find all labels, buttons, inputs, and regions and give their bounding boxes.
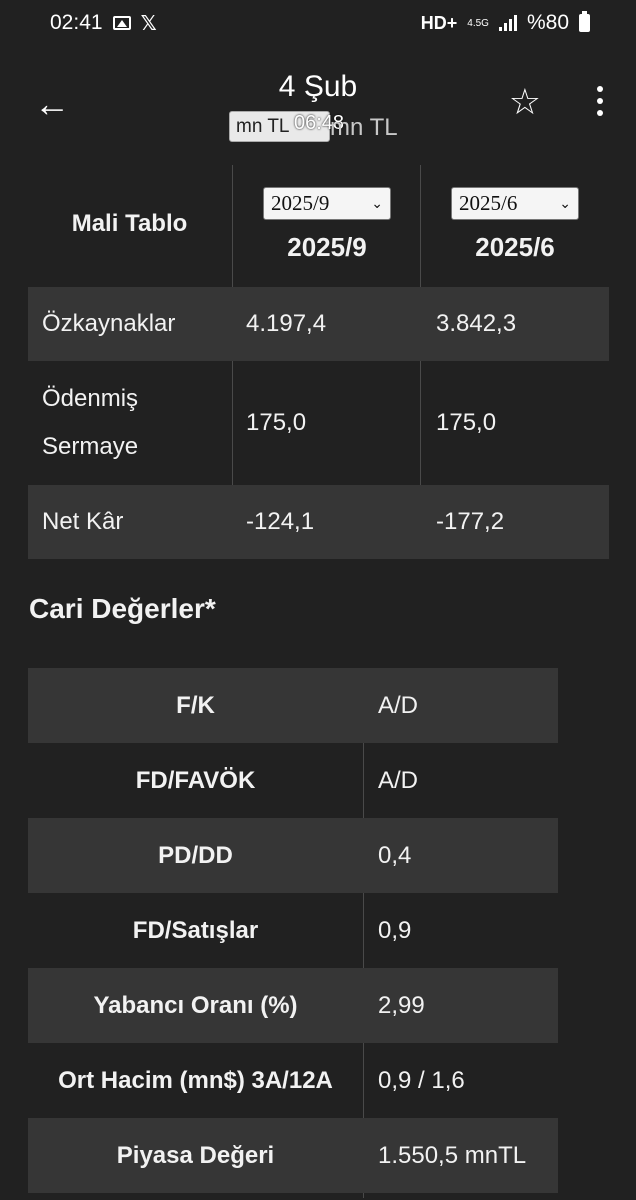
row-value: -177,2 xyxy=(436,508,505,535)
metric-value: 2,99 xyxy=(378,991,425,1019)
network-type: 4.5G xyxy=(467,17,489,29)
table-row: PD/DD 0,4 xyxy=(28,818,558,893)
row-value: 3.842,3 xyxy=(436,310,517,337)
table-row: Yabancı Oranı (%) 2,99 xyxy=(28,968,558,1043)
financial-table-header: Mali Tablo 2025/9 ⌄ 2025/9 2025/6 ⌄ 2025… xyxy=(28,165,609,287)
period-select-2[interactable]: 2025/6 ⌄ xyxy=(451,187,579,220)
table-row: Ort Hacim (mn$) 3A/12A 0,9 / 1,6 xyxy=(28,1043,558,1118)
x-logo-icon: 𝕏 xyxy=(140,12,157,35)
table-row: FD/FAVÖK A/D xyxy=(28,743,558,818)
status-time: 02:41 xyxy=(50,11,103,34)
row-value: 175,0 xyxy=(436,409,497,436)
table-row: FD/Satışlar 0,9 xyxy=(28,893,558,968)
metric-name: FD/Satışlar xyxy=(132,916,259,944)
table-row: Net Kâr -124,1 -177,2 xyxy=(28,485,609,559)
section-title: Cari Değerler* xyxy=(29,593,216,624)
table-row: Ödenmiş Sermaye 175,0 175,0 xyxy=(28,361,609,485)
table-row: F/K A/D xyxy=(28,668,558,743)
battery-icon xyxy=(579,11,590,32)
current-values-table: F/K A/D FD/FAVÖK A/D PD/DD 0,4 FD/Satışl… xyxy=(28,668,558,1198)
financial-table: Mali Tablo 2025/9 ⌄ 2025/9 2025/6 ⌄ 2025… xyxy=(28,165,609,559)
status-right: HD+ 4.5G %80 xyxy=(421,11,590,35)
column-header-1: 2025/9 ⌄ 2025/9 xyxy=(233,187,421,263)
status-bar: 02:41 𝕏 HD+ 4.5G %80 xyxy=(0,0,636,46)
star-icon[interactable]: ☆ xyxy=(509,84,541,120)
metric-name: F/K xyxy=(176,691,215,719)
metric-value: 1.550,5 mnTL xyxy=(378,1141,527,1169)
period-select-1[interactable]: 2025/9 ⌄ xyxy=(263,187,391,220)
image-icon xyxy=(112,16,131,30)
chevron-down-icon: ⌄ xyxy=(559,195,571,212)
period-label-2: 2025/6 xyxy=(475,232,555,262)
signal-icon xyxy=(498,15,517,31)
row-label-line: Sermaye xyxy=(42,433,139,460)
metric-name: FD/FAVÖK xyxy=(135,766,256,794)
row-value: -124,1 xyxy=(246,508,315,535)
table-row: Piyasa Değeri 1.550,5 mnTL xyxy=(28,1118,558,1193)
network-label: HD+ xyxy=(420,12,458,33)
row-label: Özkaynaklar xyxy=(42,310,176,337)
app-header: ← 4 Şub mn TL 06:48 mn TL ☆ xyxy=(0,46,636,176)
column-header-2: 2025/6 ⌄ 2025/6 xyxy=(421,187,609,263)
chevron-down-icon: ⌄ xyxy=(371,195,383,212)
period-select-value: 2025/9 xyxy=(271,191,330,215)
metric-value: 0,4 xyxy=(378,841,412,869)
period-select-value: 2025/6 xyxy=(459,191,518,215)
table-label: Mali Tablo xyxy=(71,210,188,237)
metric-value: 0,9 xyxy=(378,916,412,944)
metric-name: Piyasa Değeri xyxy=(116,1141,275,1169)
period-label-1: 2025/9 xyxy=(287,232,367,262)
battery-percent: %80 xyxy=(526,11,569,34)
row-label: Ödenmiş Sermaye xyxy=(28,375,233,471)
status-left: 02:41 𝕏 xyxy=(50,11,157,36)
metric-value: A/D xyxy=(378,691,419,719)
table-row: Özkaynaklar 4.197,4 3.842,3 xyxy=(28,287,609,361)
metric-name: Ort Hacim (mn$) 3A/12A xyxy=(58,1066,333,1094)
row-label: Net Kâr xyxy=(42,508,124,535)
metric-value: A/D xyxy=(378,766,419,794)
row-label-line: Ödenmiş xyxy=(42,385,139,412)
row-value: 175,0 xyxy=(246,409,307,436)
metric-value: 0,9 / 1,6 xyxy=(378,1066,465,1094)
more-options-icon[interactable] xyxy=(596,86,604,116)
metric-name: Yabancı Oranı (%) xyxy=(93,991,298,1019)
unit-label: mn TL xyxy=(330,114,398,141)
metric-name: PD/DD xyxy=(158,841,233,869)
row-value: 4.197,4 xyxy=(246,310,327,337)
